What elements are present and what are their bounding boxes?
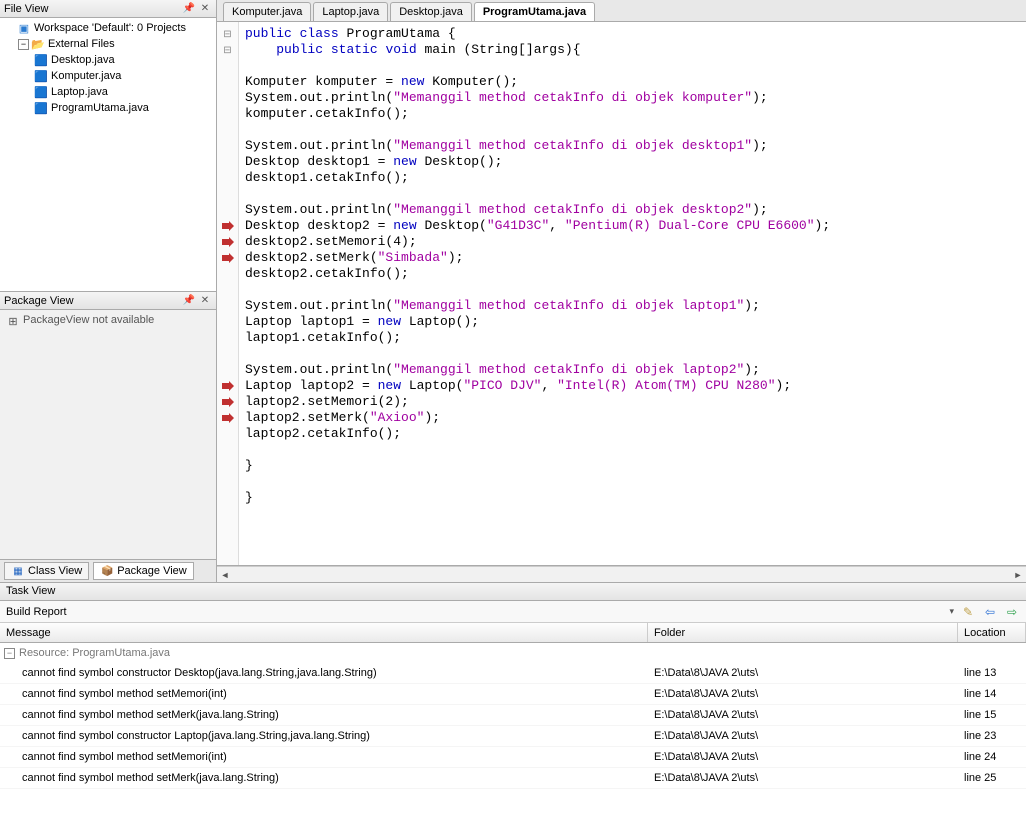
task-rows: − Resource: ProgramUtama.java cannot fin… (0, 643, 1026, 834)
error-message: cannot find symbol constructor Desktop(j… (0, 667, 648, 679)
task-toolbar: Build Report ▾ ✎ ⇦ ⇨ (0, 601, 1026, 623)
error-location: line 15 (958, 709, 1026, 721)
error-location: line 14 (958, 688, 1026, 700)
java-file-icon: 🟦 (34, 53, 48, 67)
code-editor[interactable]: ⊟⊟ public class ProgramUtama { public st… (217, 22, 1026, 566)
error-folder: E:\Data\8\JAVA 2\uts\ (648, 688, 958, 700)
tab-desktop[interactable]: Desktop.java (390, 2, 472, 21)
class-view-label: Class View (28, 565, 82, 577)
file-node[interactable]: 🟦 ProgramUtama.java (0, 100, 216, 116)
resource-row[interactable]: − Resource: ProgramUtama.java (0, 643, 1026, 663)
class-view-tab[interactable]: ▦ Class View (4, 562, 89, 580)
task-col-headers: Message Folder Location (0, 623, 1026, 643)
file-view-header: File View 📌 ✕ (0, 0, 216, 18)
java-file-icon: 🟦 (34, 69, 48, 83)
package-view-header: Package View 📌 ✕ (0, 292, 216, 310)
class-icon: ▦ (11, 564, 25, 578)
error-marker-icon[interactable] (217, 234, 238, 250)
error-marker-icon[interactable] (217, 394, 238, 410)
forward-arrow-icon[interactable]: ⇨ (1004, 604, 1020, 620)
edit-icon[interactable]: ✎ (960, 604, 976, 620)
package-view-tab[interactable]: 📦 Package View (93, 562, 194, 580)
error-row[interactable]: cannot find symbol method setMemori(int)… (0, 747, 1026, 768)
col-folder[interactable]: Folder (648, 623, 958, 642)
editor-tabs: Komputer.java Laptop.java Desktop.java P… (217, 0, 1026, 22)
error-row[interactable]: cannot find symbol constructor Desktop(j… (0, 663, 1026, 684)
error-row[interactable]: cannot find symbol method setMemori(int)… (0, 684, 1026, 705)
tab-programutama[interactable]: ProgramUtama.java (474, 2, 595, 21)
error-marker-icon[interactable] (217, 218, 238, 234)
back-arrow-icon[interactable]: ⇦ (982, 604, 998, 620)
tab-laptop[interactable]: Laptop.java (313, 2, 388, 21)
error-location: line 25 (958, 772, 1026, 784)
scroll-right-icon[interactable]: ► (1010, 567, 1026, 583)
resource-label: Resource: ProgramUtama.java (19, 647, 170, 659)
file-label: Laptop.java (51, 86, 108, 98)
folder-icon: 📂 (31, 37, 45, 51)
error-folder: E:\Data\8\JAVA 2\uts\ (648, 730, 958, 742)
error-location: line 13 (958, 667, 1026, 679)
workspace-icon: ▣ (17, 21, 31, 35)
file-node[interactable]: 🟦 Komputer.java (0, 68, 216, 84)
pin-icon[interactable]: 📌 (182, 294, 196, 307)
package-icon: ⊞ (6, 314, 20, 328)
collapse-icon[interactable]: − (4, 648, 15, 659)
code-content[interactable]: public class ProgramUtama { public stati… (239, 22, 1026, 565)
dropdown-icon[interactable]: ▾ (949, 606, 954, 617)
file-label: Desktop.java (51, 54, 115, 66)
fold-icon[interactable]: ⊟ (217, 26, 238, 42)
close-icon[interactable]: ✕ (198, 294, 212, 307)
fold-icon[interactable]: ⊟ (217, 42, 238, 58)
error-marker-icon[interactable] (217, 250, 238, 266)
error-folder: E:\Data\8\JAVA 2\uts\ (648, 751, 958, 763)
java-file-icon: 🟦 (34, 85, 48, 99)
error-message: cannot find symbol method setMemori(int) (0, 751, 648, 763)
task-view-header: Task View (0, 583, 1026, 601)
file-tree[interactable]: ▣ Workspace 'Default': 0 Projects − 📂 Ex… (0, 18, 216, 291)
error-marker-icon[interactable] (217, 410, 238, 426)
package-msg: PackageView not available (23, 314, 154, 326)
error-message: cannot find symbol constructor Laptop(ja… (0, 730, 648, 742)
editor-gutter: ⊟⊟ (217, 22, 239, 565)
task-view-title: Task View (6, 585, 55, 597)
file-node[interactable]: 🟦 Desktop.java (0, 52, 216, 68)
external-files-label: External Files (48, 38, 115, 50)
file-label: Komputer.java (51, 70, 121, 82)
col-location[interactable]: Location (958, 623, 1026, 642)
file-node[interactable]: 🟦 Laptop.java (0, 84, 216, 100)
error-row[interactable]: cannot find symbol method setMerk(java.l… (0, 768, 1026, 789)
tab-komputer[interactable]: Komputer.java (223, 2, 311, 21)
java-file-icon: 🟦 (34, 101, 48, 115)
pin-icon[interactable]: 📌 (182, 2, 196, 15)
collapse-icon[interactable]: − (18, 39, 29, 50)
close-icon[interactable]: ✕ (198, 2, 212, 15)
col-message[interactable]: Message (0, 623, 648, 642)
error-location: line 23 (958, 730, 1026, 742)
error-message: cannot find symbol method setMemori(int) (0, 688, 648, 700)
file-view-title: File View (4, 3, 180, 15)
error-marker-icon[interactable] (217, 378, 238, 394)
package-view-tab-label: Package View (117, 565, 187, 577)
horizontal-scrollbar[interactable]: ◄ ► (217, 566, 1026, 582)
error-folder: E:\Data\8\JAVA 2\uts\ (648, 772, 958, 784)
error-message: cannot find symbol method setMerk(java.l… (0, 772, 648, 784)
workspace-label: Workspace 'Default': 0 Projects (34, 22, 186, 34)
scroll-left-icon[interactable]: ◄ (217, 567, 233, 583)
error-row[interactable]: cannot find symbol constructor Laptop(ja… (0, 726, 1026, 747)
package-tab-icon: 📦 (100, 564, 114, 578)
error-folder: E:\Data\8\JAVA 2\uts\ (648, 667, 958, 679)
error-row[interactable]: cannot find symbol method setMerk(java.l… (0, 705, 1026, 726)
error-folder: E:\Data\8\JAVA 2\uts\ (648, 709, 958, 721)
error-location: line 24 (958, 751, 1026, 763)
external-files-node[interactable]: − 📂 External Files (0, 36, 216, 52)
workspace-node[interactable]: ▣ Workspace 'Default': 0 Projects (0, 20, 216, 36)
file-label: ProgramUtama.java (51, 102, 149, 114)
package-view-body: ⊞ PackageView not available (0, 310, 216, 559)
package-view-title: Package View (4, 295, 180, 307)
error-message: cannot find symbol method setMerk(java.l… (0, 709, 648, 721)
build-report-label: Build Report (6, 606, 67, 618)
